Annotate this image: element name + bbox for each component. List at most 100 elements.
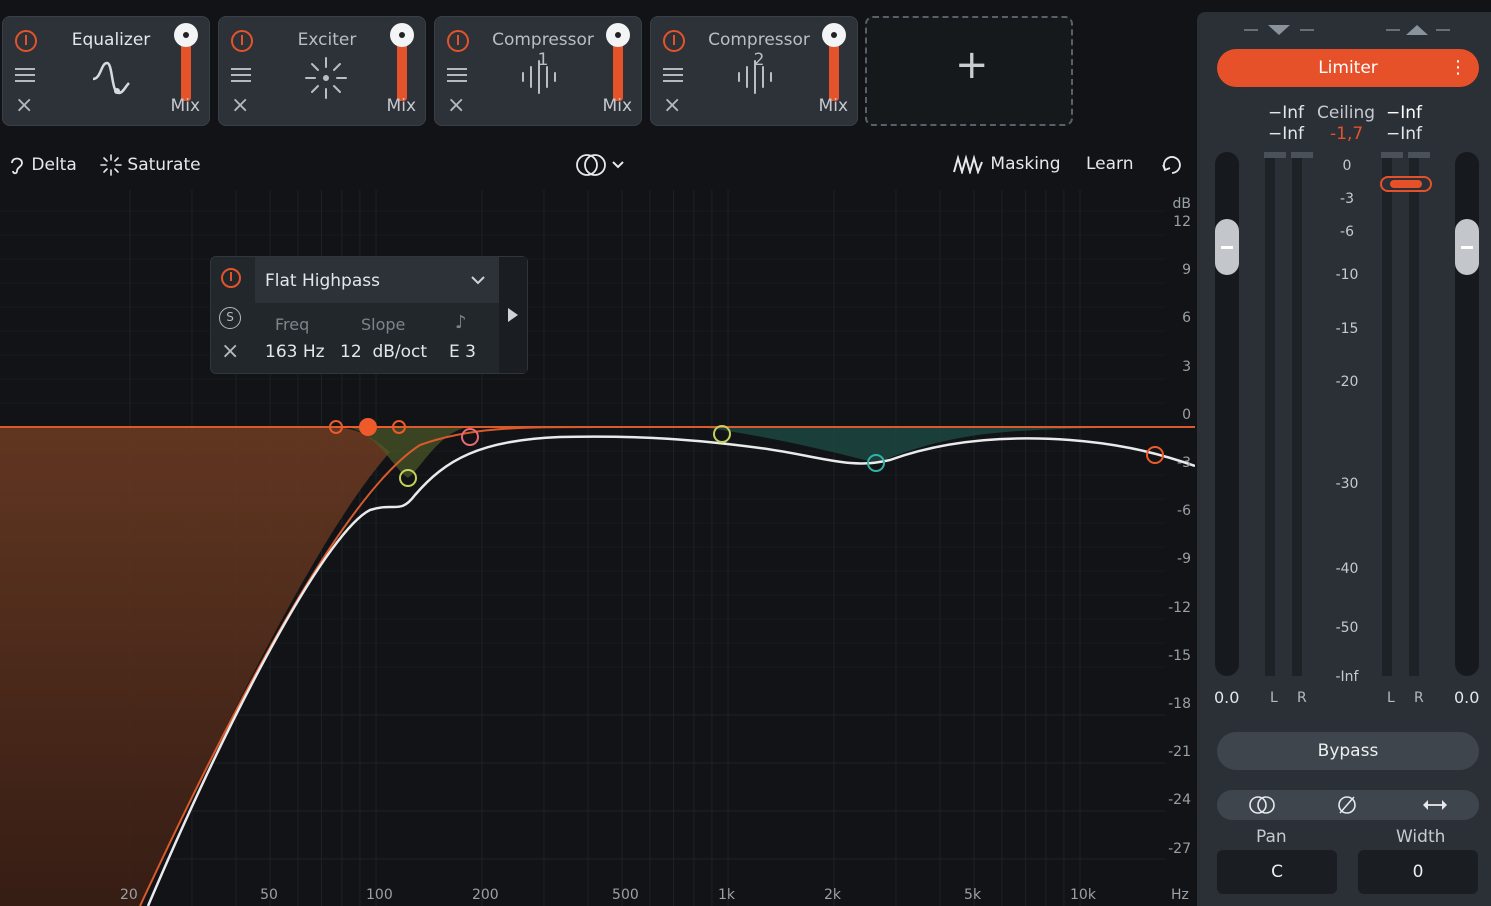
pan-value-field[interactable]: C bbox=[1217, 850, 1337, 894]
ceiling-label: Ceiling bbox=[1317, 103, 1376, 123]
dip-band-fill bbox=[700, 427, 1150, 463]
masking-button[interactable]: Masking bbox=[953, 154, 1061, 176]
mix-knob[interactable] bbox=[606, 23, 630, 47]
input-meter-right bbox=[1292, 152, 1302, 676]
bypass-button[interactable]: Bypass bbox=[1217, 732, 1479, 770]
hz-tick-label: 50 bbox=[260, 887, 278, 903]
power-icon[interactable] bbox=[15, 30, 37, 52]
mix-label: Mix bbox=[602, 96, 632, 116]
module-name: Exciter bbox=[297, 30, 357, 50]
db-tick-label: -6 bbox=[1177, 503, 1191, 520]
mix-knob[interactable] bbox=[390, 23, 414, 47]
bell-node-pink[interactable] bbox=[461, 428, 479, 446]
input-left-label: L bbox=[1270, 690, 1278, 706]
play-arrow-icon bbox=[508, 308, 518, 322]
mix-label: Mix bbox=[818, 96, 848, 116]
module-compressor-1[interactable]: Compressor 1 × Mix bbox=[434, 16, 642, 126]
exciter-icon bbox=[305, 57, 347, 99]
db-tick-label: -12 bbox=[1168, 599, 1191, 616]
phase-invert-icon[interactable] bbox=[1336, 794, 1358, 816]
output-gain-handle[interactable] bbox=[1455, 219, 1479, 275]
output-peak-right: −Inf bbox=[1386, 124, 1423, 144]
refresh-icon[interactable] bbox=[1160, 153, 1184, 177]
power-icon[interactable] bbox=[447, 30, 469, 52]
swap-channels-icon[interactable] bbox=[1422, 797, 1448, 813]
learn-button[interactable]: Learn bbox=[1086, 154, 1134, 174]
module-equalizer[interactable]: Equalizer × Mix bbox=[2, 16, 210, 126]
pan-label: Pan bbox=[1256, 827, 1287, 847]
add-module-button[interactable]: + bbox=[865, 16, 1073, 126]
power-icon[interactable] bbox=[231, 30, 253, 52]
delta-label: Delta bbox=[31, 155, 77, 175]
hz-tick-label: 100 bbox=[366, 887, 393, 903]
eq-curve-icon bbox=[92, 61, 130, 95]
db-tick-label: 3 bbox=[1182, 358, 1191, 375]
power-icon[interactable] bbox=[663, 30, 685, 52]
module-exciter[interactable]: Exciter × Mix bbox=[218, 16, 426, 126]
input-gain-handle[interactable] bbox=[1215, 219, 1239, 275]
learn-label: Learn bbox=[1086, 154, 1134, 174]
threshold-handle[interactable] bbox=[1380, 176, 1432, 192]
limiter-scale-label: -50 bbox=[1335, 620, 1359, 636]
close-icon[interactable]: × bbox=[663, 95, 681, 117]
width-value-field[interactable]: 0 bbox=[1358, 850, 1478, 894]
list-icon[interactable] bbox=[663, 68, 683, 82]
limiter-scale-label: -3 bbox=[1340, 191, 1354, 207]
db-tick-label: -3 bbox=[1177, 455, 1191, 471]
list-icon[interactable] bbox=[15, 68, 35, 82]
saturate-button[interactable]: Saturate bbox=[100, 154, 201, 176]
ceiling-value[interactable]: -1,7 bbox=[1330, 124, 1363, 144]
masking-label: Masking bbox=[990, 154, 1061, 174]
close-icon[interactable]: × bbox=[447, 95, 465, 117]
collapse-down-icon[interactable] bbox=[1244, 22, 1314, 38]
sparkle-icon bbox=[100, 154, 122, 176]
band-editor-panel: Flat Highpass S × Freq Slope ♪ 163 Hz 12… bbox=[210, 256, 528, 374]
delta-button[interactable]: Delta bbox=[8, 154, 77, 176]
close-icon[interactable]: × bbox=[231, 95, 249, 117]
output-gain-value[interactable]: 0.0 bbox=[1454, 688, 1479, 707]
stereo-link-icon[interactable] bbox=[1248, 795, 1278, 815]
hz-tick-label: 2k bbox=[823, 887, 841, 903]
limiter-scale-label: -20 bbox=[1335, 374, 1359, 390]
module-compressor-2[interactable]: Compressor 2 × Mix bbox=[650, 16, 858, 126]
eq-graph[interactable] bbox=[0, 190, 1195, 906]
highpass-node[interactable] bbox=[359, 418, 377, 436]
hz-tick-label: 10k bbox=[1070, 887, 1096, 903]
mix-knob[interactable] bbox=[174, 23, 198, 47]
close-icon[interactable]: × bbox=[15, 95, 33, 117]
limiter-panel bbox=[1197, 12, 1491, 906]
input-gain-value[interactable]: 0.0 bbox=[1214, 688, 1239, 707]
module-name: Equalizer bbox=[71, 30, 151, 50]
db-tick-label: 0 bbox=[1182, 406, 1191, 423]
freq-label: Freq bbox=[275, 315, 310, 334]
mix-knob[interactable] bbox=[822, 23, 846, 47]
band-type-label: Flat Highpass bbox=[265, 271, 380, 291]
limiter-scale-label: 0 bbox=[1342, 158, 1352, 174]
input-right-label: R bbox=[1297, 690, 1307, 706]
output-right-label: R bbox=[1414, 690, 1424, 706]
list-icon[interactable] bbox=[447, 68, 467, 82]
collapse-up-icon[interactable] bbox=[1386, 22, 1450, 38]
output-meter-left bbox=[1382, 152, 1392, 676]
slope-value[interactable]: 12 dB/oct bbox=[340, 342, 427, 362]
limiter-header-button[interactable]: Limiter ⋮ bbox=[1217, 49, 1479, 87]
mix-label: Mix bbox=[170, 96, 200, 116]
note-value[interactable]: E 3 bbox=[449, 342, 476, 362]
compressor-icon bbox=[522, 60, 556, 94]
panel-expand-button[interactable] bbox=[499, 257, 527, 373]
peak-hold-right bbox=[1291, 152, 1313, 158]
list-icon[interactable] bbox=[231, 68, 251, 82]
limiter-scale-label: -6 bbox=[1340, 224, 1354, 240]
band-delete-icon[interactable]: × bbox=[221, 341, 239, 363]
db-tick-label: -24 bbox=[1168, 792, 1191, 809]
note-icon: ♪ bbox=[455, 312, 467, 333]
stereo-mode-dropdown[interactable] bbox=[575, 152, 629, 178]
solo-button[interactable]: S bbox=[219, 307, 241, 329]
more-options-icon[interactable]: ⋮ bbox=[1449, 49, 1467, 87]
band-power-icon[interactable] bbox=[221, 268, 241, 288]
masking-icon bbox=[953, 154, 983, 176]
band-type-dropdown[interactable]: Flat Highpass bbox=[255, 257, 499, 303]
freq-value[interactable]: 163 Hz bbox=[265, 342, 325, 362]
slope-label: Slope bbox=[361, 315, 406, 334]
output-peak-left: −Inf bbox=[1386, 103, 1423, 123]
